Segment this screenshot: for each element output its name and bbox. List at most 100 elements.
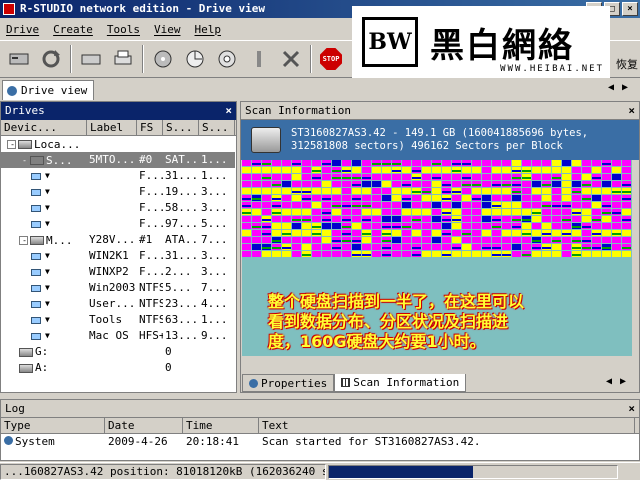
printer-icon[interactable] xyxy=(110,46,136,72)
scan-block xyxy=(492,272,501,278)
drive-row[interactable]: ▼ Tools NTFS 63... 1... xyxy=(1,312,236,328)
column-text[interactable]: Text xyxy=(259,418,635,433)
drive-row[interactable]: ▼ WINXP2 F... 2... 3... xyxy=(1,264,236,280)
column-label[interactable]: Label xyxy=(87,120,137,135)
drive-row[interactable]: G: 0 xyxy=(1,344,236,360)
drive-row[interactable]: ▼ Mac OS HFS+ 13... 9... xyxy=(1,328,236,344)
drive-row[interactable]: ▼ F... 97... 5... xyxy=(1,216,236,232)
column-fs[interactable]: FS xyxy=(137,120,163,135)
drive-row[interactable]: A: 0 xyxy=(1,360,236,376)
scan-block xyxy=(332,272,341,278)
scan-block xyxy=(242,335,251,341)
scan-block-stripe xyxy=(342,205,351,207)
computer-icon xyxy=(18,140,32,149)
tools-icon[interactable] xyxy=(278,46,304,72)
drive-row[interactable]: ▼ WIN2K1 F... 31... 3... xyxy=(1,248,236,264)
column-type[interactable]: Type xyxy=(1,418,105,433)
drive-row[interactable]: - M... Y28V...#1 ATA...7... xyxy=(1,232,236,248)
bottom-tab-arrows[interactable]: ◀▶ xyxy=(606,376,634,387)
scan-block-stripe xyxy=(512,177,521,179)
scan-block-stripe xyxy=(462,177,471,179)
scan-block xyxy=(302,230,311,236)
drive-row[interactable]: ▼ F... 58... 3... xyxy=(1,200,236,216)
refresh-icon[interactable] xyxy=(38,46,64,72)
cdrom-icon xyxy=(19,347,33,357)
scan-block xyxy=(612,265,621,271)
scan-block xyxy=(312,272,321,278)
log-pane: Log × Type Date Time Text System 2009-4-… xyxy=(0,399,640,461)
log-row[interactable]: System 2009-4-26 20:18:41 Scan started f… xyxy=(1,434,639,450)
scan-block-stripe xyxy=(452,163,461,165)
drive-row[interactable]: ▼ Win2003 NTFS 5... 7... xyxy=(1,280,236,296)
scan-block xyxy=(282,181,291,187)
scan-block xyxy=(502,195,511,201)
scan-block xyxy=(462,272,471,278)
scan-block xyxy=(402,188,411,194)
menu-tools[interactable]: Tools xyxy=(107,23,140,36)
menu-view[interactable]: View xyxy=(154,23,181,36)
drive-row[interactable]: ▼ F... 19... 3... xyxy=(1,184,236,200)
close-icon[interactable]: × xyxy=(628,102,635,120)
close-icon[interactable]: × xyxy=(225,102,232,120)
scan-block xyxy=(622,230,631,236)
menu-help[interactable]: Help xyxy=(195,23,222,36)
drive-fs xyxy=(137,344,163,360)
list-icon[interactable] xyxy=(246,46,272,72)
drive-label: Win2003 xyxy=(89,281,136,294)
drive-row[interactable]: - S... 5MTO...#0SAT...1... xyxy=(1,152,236,168)
recover-icon[interactable] xyxy=(150,46,176,72)
scan-block xyxy=(592,181,601,187)
stop-icon[interactable]: STOP xyxy=(318,46,344,72)
scan-block xyxy=(362,223,371,229)
tab-properties[interactable]: Properties xyxy=(242,374,335,392)
drive-row[interactable]: ▼ User... NTFS 23... 4... xyxy=(1,296,236,312)
column-size[interactable]: S... xyxy=(199,120,235,135)
column-time[interactable]: Time xyxy=(183,418,259,433)
column-start[interactable]: S... xyxy=(163,120,199,135)
column-device[interactable]: Devic... xyxy=(1,120,87,135)
scan-block-stripe xyxy=(622,247,631,249)
tree-expander-icon[interactable]: - xyxy=(7,140,16,149)
tab-scan-information[interactable]: Scan Information xyxy=(334,374,467,392)
close-button[interactable]: × xyxy=(622,2,638,16)
menu-drive[interactable]: Drive xyxy=(6,23,39,36)
scan-block xyxy=(612,223,621,229)
disk-icon[interactable] xyxy=(78,46,104,72)
scan-icon[interactable] xyxy=(182,46,208,72)
scan-block xyxy=(312,209,321,215)
tree-expander-icon[interactable]: - xyxy=(19,236,28,245)
column-date[interactable]: Date xyxy=(105,418,183,433)
scan-block-stripe xyxy=(352,254,361,256)
scan-block xyxy=(302,160,311,166)
scan-block-stripe xyxy=(462,163,471,165)
scan-block-stripe xyxy=(382,163,391,165)
tree-expander-icon[interactable]: - xyxy=(19,156,28,165)
scan-block xyxy=(532,265,541,271)
scan-block-stripe xyxy=(472,184,481,186)
scan-block xyxy=(322,167,331,173)
tab-drive-view[interactable]: Drive view xyxy=(2,80,95,100)
drive-label: User... xyxy=(89,297,136,310)
annotation-line-1: 整个硬盘扫描到一半了，在这里可以 xyxy=(268,292,525,311)
drive-row[interactable]: ▼ F... 31... 1... xyxy=(1,168,236,184)
scan-block xyxy=(262,272,271,278)
drive-fs: #0 xyxy=(137,152,163,168)
restore-label[interactable]: 恢复 xyxy=(616,56,638,72)
drive-s2 xyxy=(199,136,235,152)
tab-scroll-arrows[interactable]: ◀▶ xyxy=(608,82,636,93)
drive-row[interactable]: - Loca... xyxy=(1,136,236,152)
scan-block xyxy=(482,265,491,271)
scan-block xyxy=(402,209,411,215)
scan-block xyxy=(372,167,381,173)
cd-icon[interactable] xyxy=(214,46,240,72)
scan-block-stripe xyxy=(322,163,331,165)
scan-block xyxy=(552,223,561,229)
scan-block xyxy=(502,209,511,215)
scan-block xyxy=(372,174,381,180)
partition-icon xyxy=(31,316,41,324)
close-icon[interactable]: × xyxy=(628,400,635,418)
drives-icon[interactable] xyxy=(6,46,32,72)
scan-block xyxy=(362,265,371,271)
menu-create[interactable]: Create xyxy=(53,23,93,36)
scan-block xyxy=(612,244,621,250)
